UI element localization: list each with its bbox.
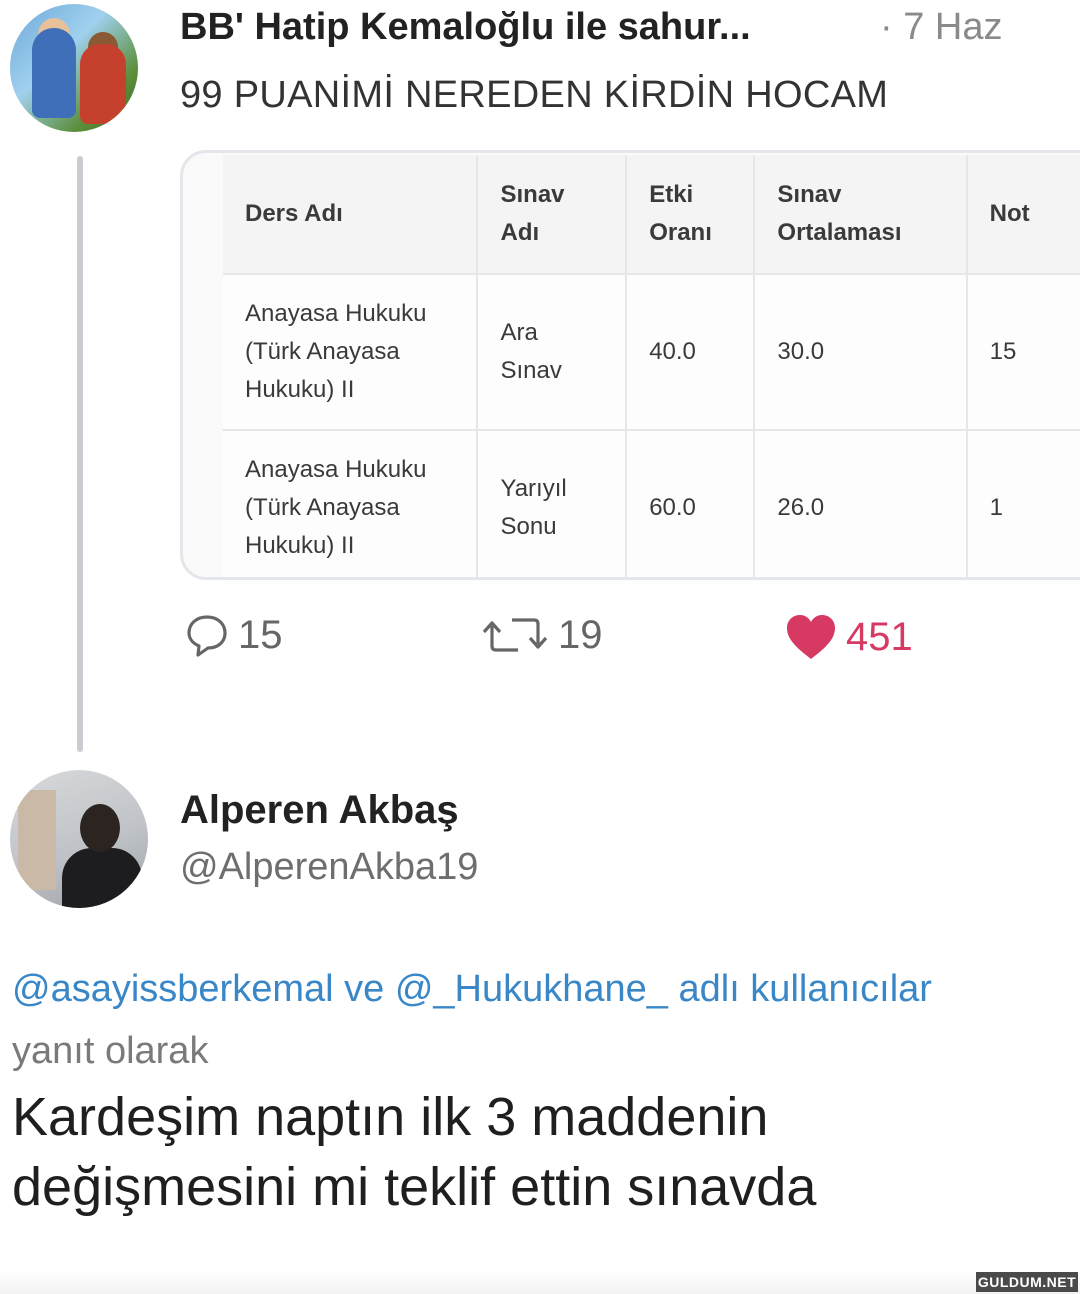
reply-context-label: yanıt olarak xyxy=(12,1030,209,1072)
heart-icon xyxy=(787,615,835,659)
column-header: Etki Oranı xyxy=(626,155,756,275)
table-cell: 30.0 xyxy=(754,274,968,431)
reply-count: 15 xyxy=(238,612,283,657)
tweet-timestamp[interactable]: · 7 Haz xyxy=(880,6,1002,49)
reply-author-handle[interactable]: @AlperenAkba19 xyxy=(180,846,478,889)
column-header: Sınav Adı xyxy=(477,155,628,275)
like-count: 451 xyxy=(846,614,913,659)
column-header: Not xyxy=(966,155,1080,275)
avatar[interactable] xyxy=(10,4,138,132)
reply-context: @asayissberkemal ve @_Hukukhane_ adlı ku… xyxy=(12,958,932,1082)
thread-line xyxy=(77,156,83,752)
retweet-button[interactable]: 19 xyxy=(480,612,603,658)
reply-button[interactable]: 15 xyxy=(184,612,283,658)
table-header-row: Ders Adı Sınav Adı Etki Oranı Sınav Ortalam… xyxy=(223,155,1080,275)
grades-table: Ders Adı Sınav Adı Etki Oranı Sınav Ortalam… xyxy=(223,155,1080,577)
retweet-count: 19 xyxy=(558,612,603,657)
table-cell: 26.0 xyxy=(754,430,968,577)
column-header: Sınav Ortalaması xyxy=(754,155,968,275)
watermark: GULDUM.NET xyxy=(976,1272,1078,1292)
avatar[interactable] xyxy=(10,770,148,908)
reply-author-name[interactable]: Alperen Akbaş xyxy=(180,788,459,833)
mention-connector: ve xyxy=(333,968,395,1010)
like-button[interactable]: 451 xyxy=(784,612,913,662)
mention-suffix: adlı kullanıcılar xyxy=(667,968,932,1010)
mention-link[interactable]: @asayissberkemal xyxy=(12,968,334,1010)
tweet-text: 99 PUANİMİ NEREDEN KİRDİN HOCAM xyxy=(180,74,889,116)
tweet-author-name[interactable]: BB' Hatip Kemaloğlu ile sahur... xyxy=(180,6,751,49)
table-cell: Anayasa Hukuku (Türk Anayasa Hukuku) II xyxy=(223,430,479,577)
reply-icon xyxy=(187,615,227,657)
tweet-image-card[interactable]: Ders Adı Sınav Adı Etki Oranı Sınav Ortalam… xyxy=(180,150,1080,580)
table-row: Anayasa Hukuku (Türk Anayasa Hukuku) II Ya… xyxy=(223,430,1080,577)
mention-link[interactable]: @_Hukukhane_ xyxy=(395,968,668,1010)
table-cell: Ara Sınav xyxy=(477,274,628,431)
table-cell: 1 xyxy=(966,430,1080,577)
table-cell: Yarıyıl Sonu xyxy=(477,430,628,577)
table-cell: 15 xyxy=(966,274,1080,431)
retweet-icon xyxy=(482,618,548,652)
reply-text: Kardeşim naptın ilk 3 maddenin değişmesi… xyxy=(12,1087,817,1217)
table-cell: 60.0 xyxy=(626,430,756,577)
table-row: Anayasa Hukuku (Türk Anayasa Hukuku) II Ar… xyxy=(223,274,1080,431)
bottom-fade xyxy=(0,1270,1080,1294)
table-cell: 40.0 xyxy=(626,274,756,431)
table-cell: Anayasa Hukuku (Türk Anayasa Hukuku) II xyxy=(223,274,479,431)
column-header: Ders Adı xyxy=(223,155,479,275)
